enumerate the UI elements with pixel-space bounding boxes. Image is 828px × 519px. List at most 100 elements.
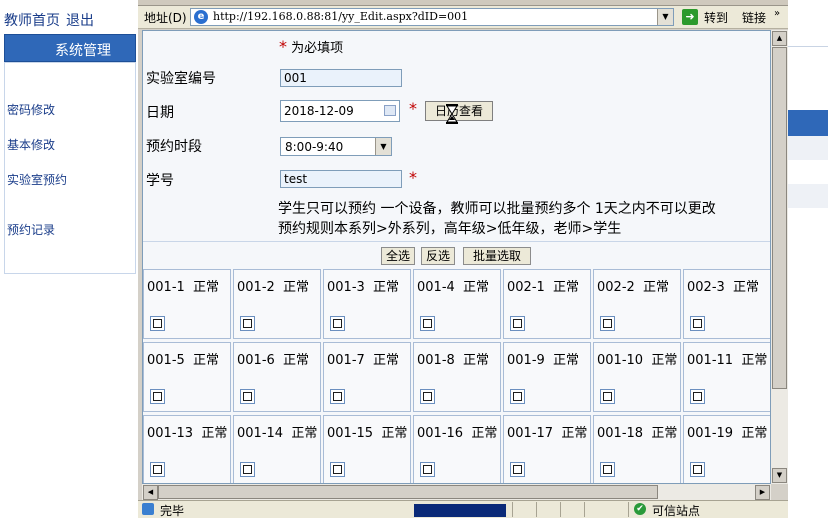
chevron-down-icon[interactable]: ▼: [375, 138, 391, 155]
student-no-label: 学号: [146, 173, 174, 189]
lab-id-field[interactable]: 001: [280, 69, 402, 87]
scroll-right-icon[interactable]: ▶: [755, 485, 770, 500]
device-cell: 001-13 正常: [143, 415, 231, 483]
device-label: 001-11 正常: [687, 349, 767, 368]
menu-item-lab-booking[interactable]: 实验室预约: [7, 171, 67, 188]
nav-logout[interactable]: 退出: [66, 13, 94, 29]
device-status: 正常: [553, 280, 580, 295]
device-status: 正常: [553, 353, 580, 368]
device-cell: 001-10 正常: [593, 342, 681, 412]
device-checkbox[interactable]: [150, 462, 165, 477]
device-status: 正常: [193, 280, 220, 295]
device-label: 001-8 正常: [417, 349, 489, 368]
device-id: 001-18: [597, 426, 644, 441]
device-checkbox[interactable]: [510, 316, 525, 331]
device-cell: 001-15 正常: [323, 415, 411, 483]
device-checkbox[interactable]: [510, 389, 525, 404]
device-label: 002-1 正常: [507, 276, 579, 295]
address-dropdown-icon[interactable]: ▼: [657, 9, 673, 25]
progress-bar: [414, 504, 506, 517]
background-row: [788, 184, 828, 208]
device-id: 002-2: [597, 280, 635, 295]
links-button[interactable]: 链接: [742, 9, 766, 26]
device-checkbox[interactable]: [600, 316, 615, 331]
background-menu: 密码修改 基本修改 实验室预约 预约记录: [4, 62, 136, 274]
menu-item-booking-records[interactable]: 预约记录: [7, 221, 55, 238]
device-status: 正常: [471, 426, 498, 441]
device-label: 002-2 正常: [597, 276, 669, 295]
vertical-scrollbar[interactable]: ▲ ▼: [771, 30, 788, 484]
device-label: 001-15 正常: [327, 422, 407, 441]
device-checkbox[interactable]: [240, 389, 255, 404]
device-cell: 002-2 正常: [593, 269, 681, 339]
device-label: 001-4 正常: [417, 276, 489, 295]
batch-select-button[interactable]: 批量选取: [463, 247, 531, 265]
select-all-button[interactable]: 全选: [381, 247, 415, 265]
system-management-label: 系统管理: [55, 43, 111, 59]
menu-item-basic-info[interactable]: 基本修改: [7, 136, 55, 153]
device-cell: 001-5 正常: [143, 342, 231, 412]
device-id: 001-16: [417, 426, 464, 441]
horizontal-scrollbar[interactable]: ◀ ▶: [142, 484, 771, 500]
device-cell: 001-18 正常: [593, 415, 681, 483]
device-checkbox[interactable]: [690, 316, 705, 331]
horizontal-scroll-thumb[interactable]: [158, 485, 658, 499]
device-cell: 001-2 正常: [233, 269, 321, 339]
device-checkbox[interactable]: [150, 316, 165, 331]
device-checkbox[interactable]: [240, 462, 255, 477]
scroll-left-icon[interactable]: ◀: [143, 485, 158, 500]
device-cell: 001-11 正常: [683, 342, 770, 412]
device-id: 001-14: [237, 426, 284, 441]
background-nav: 教师首页 退出: [4, 10, 100, 30]
period-value: 8:00-9:40: [285, 140, 344, 154]
device-checkbox[interactable]: [690, 389, 705, 404]
student-no-field[interactable]: test: [280, 170, 402, 188]
date-field[interactable]: 2018-12-09: [280, 100, 400, 122]
required-note: * 为必填项: [279, 37, 343, 56]
chevron-right-icon[interactable]: »: [774, 8, 780, 19]
scroll-down-icon[interactable]: ▼: [772, 468, 787, 483]
device-checkbox[interactable]: [330, 389, 345, 404]
device-id: 001-6: [237, 353, 275, 368]
scroll-up-icon[interactable]: ▲: [772, 31, 787, 46]
device-checkbox[interactable]: [600, 389, 615, 404]
vertical-scroll-thumb[interactable]: [772, 47, 787, 389]
period-select[interactable]: 8:00-9:40 ▼: [280, 137, 392, 156]
device-checkbox[interactable]: [420, 462, 435, 477]
device-checkbox[interactable]: [600, 462, 615, 477]
divider: [143, 241, 770, 242]
device-cell: 001-7 正常: [323, 342, 411, 412]
calendar-view-button[interactable]: 日历查看: [425, 101, 493, 121]
device-checkbox[interactable]: [240, 316, 255, 331]
address-input[interactable]: e http://192.168.0.88:81/yy_Edit.aspx?dI…: [190, 8, 674, 26]
device-cell: 001-6 正常: [233, 342, 321, 412]
device-label: 001-16 正常: [417, 422, 497, 441]
device-label: 001-7 正常: [327, 349, 399, 368]
device-label: 001-6 正常: [237, 349, 309, 368]
device-status: 正常: [643, 280, 670, 295]
device-checkbox[interactable]: [420, 389, 435, 404]
device-checkbox[interactable]: [150, 389, 165, 404]
device-status: 正常: [651, 353, 678, 368]
device-checkbox[interactable]: [510, 462, 525, 477]
go-button[interactable]: ➜ 转到: [682, 8, 732, 26]
device-label: 002-3 正常: [687, 276, 759, 295]
device-checkbox[interactable]: [330, 462, 345, 477]
device-cell: 001-9 正常: [503, 342, 591, 412]
device-id: 001-9: [507, 353, 545, 368]
nav-teacher-home[interactable]: 教师首页: [4, 13, 60, 29]
device-checkbox[interactable]: [420, 316, 435, 331]
calendar-icon[interactable]: [384, 105, 396, 116]
device-checkbox[interactable]: [690, 462, 705, 477]
popup-window: 地址(D) e http://192.168.0.88:81/yy_Edit.a…: [138, 0, 788, 518]
ie-page-icon: e: [194, 10, 208, 24]
device-id: 001-13: [147, 426, 194, 441]
background-page-left: 教师首页 退出 系统管理 密码修改 基本修改 实验室预约 预约记录: [0, 0, 138, 517]
invert-selection-button[interactable]: 反选: [421, 247, 455, 265]
background-divider: [788, 46, 828, 47]
device-checkbox[interactable]: [330, 316, 345, 331]
device-status: 正常: [283, 280, 310, 295]
rule-note-line2: 预约规则本系列>外系列，高年级>低年级，老师>学生: [278, 221, 622, 237]
status-divider: [628, 502, 629, 517]
menu-item-password[interactable]: 密码修改: [7, 101, 55, 118]
